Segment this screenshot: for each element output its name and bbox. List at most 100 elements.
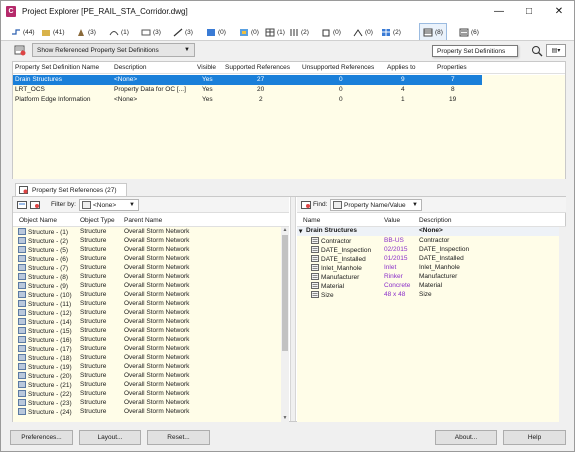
- table-row[interactable]: Structure - (22) Structure Overall Storm N…: [13, 390, 281, 399]
- tab-pipes[interactable]: (3): [76, 25, 96, 39]
- property-row[interactable]: Manufacturer Rinker Manufacturer: [297, 273, 559, 282]
- table-row[interactable]: Structure - (7) Structure Overall Storm Ne…: [13, 264, 281, 273]
- minimize-button[interactable]: —: [484, 1, 514, 21]
- show-definitions-dropdown[interactable]: Show Referenced Property Set Definitions…: [32, 43, 195, 57]
- table-row[interactable]: Structure - (17) Structure Overall Storm N…: [13, 345, 281, 354]
- table-row[interactable]: Structure - (11) Structure Overall Storm N…: [13, 300, 281, 309]
- property-set-icon[interactable]: [301, 201, 311, 209]
- filter-dropdown[interactable]: <None> ▼: [79, 199, 139, 211]
- property-row[interactable]: Inlet_Manhole Inlet Inlet_Manhole: [297, 264, 559, 273]
- help-button[interactable]: Help: [503, 430, 566, 445]
- column-header[interactable]: Object Type: [80, 217, 115, 224]
- property-group-row[interactable]: ▾ Drain Structures <None>: [297, 227, 559, 236]
- table-row[interactable]: Structure - (6) Structure Overall Storm Ne…: [13, 255, 281, 264]
- search-icon[interactable]: [531, 45, 543, 57]
- table-row[interactable]: Drain Structures <None> Yes 27 0 9 7: [13, 75, 482, 85]
- scrollbar-thumb[interactable]: [282, 235, 288, 351]
- column-header[interactable]: Unsupported References: [302, 64, 374, 71]
- tab-blue-box[interactable]: (0): [206, 25, 226, 39]
- table-row[interactable]: Structure - (15) Structure Overall Storm N…: [13, 327, 281, 336]
- table-row[interactable]: Structure - (19) Structure Overall Storm N…: [13, 363, 281, 372]
- tab-network[interactable]: (0): [353, 25, 373, 39]
- preferences-button[interactable]: Preferences...: [10, 430, 73, 445]
- tab-list[interactable]: (6): [459, 25, 479, 39]
- objects-scrollbar[interactable]: ▲ ▼: [281, 227, 289, 422]
- parent-name: Overall Storm Network: [124, 372, 190, 379]
- table-row[interactable]: Structure - (10) Structure Overall Storm N…: [13, 291, 281, 300]
- table-row[interactable]: Structure - (9) Structure Overall Storm Ne…: [13, 282, 281, 291]
- table-row[interactable]: Structure - (16) Structure Overall Storm N…: [13, 336, 281, 345]
- table-row[interactable]: Structure - (1) Structure Overall Storm Ne…: [13, 228, 281, 237]
- property-set-filter-icon[interactable]: [14, 45, 26, 56]
- column-header[interactable]: Name: [303, 217, 320, 224]
- property-row[interactable]: DATE_Inspection 02/2015 DATE_Inspection: [297, 246, 559, 255]
- table-row[interactable]: Structure - (18) Structure Overall Storm N…: [13, 354, 281, 363]
- properties-scrollbar[interactable]: [559, 227, 566, 422]
- tab-structures[interactable]: (0): [321, 25, 341, 39]
- object-name-cell: Structure - (24): [18, 408, 72, 416]
- table-row[interactable]: Structure - (14) Structure Overall Storm N…: [13, 318, 281, 327]
- layout-button[interactable]: Layout...: [79, 430, 141, 445]
- maximize-button[interactable]: □: [514, 1, 544, 21]
- about-button[interactable]: About...: [435, 430, 497, 445]
- structure-icon: [18, 318, 26, 325]
- column-header[interactable]: Description: [419, 217, 452, 224]
- object-name-cell: Structure - (6): [18, 255, 68, 263]
- zoom-to-icon[interactable]: [17, 201, 27, 209]
- property-row[interactable]: Size 48 x 48 Size: [297, 291, 559, 300]
- tab-chart[interactable]: (0): [239, 25, 259, 39]
- table-row[interactable]: Platform Edge Information <None> Yes 2 0…: [13, 95, 482, 105]
- tab-all[interactable]: (44): [11, 25, 35, 39]
- find-dropdown[interactable]: Property Name/Value ▼: [330, 199, 422, 211]
- reset-button[interactable]: Reset...: [147, 430, 210, 445]
- column-header[interactable]: Properties: [437, 64, 467, 71]
- property-name-cell: Material: [311, 282, 344, 290]
- table-row[interactable]: Structure - (20) Structure Overall Storm N…: [13, 372, 281, 381]
- table-row[interactable]: Structure - (21) Structure Overall Storm N…: [13, 381, 281, 390]
- column-header[interactable]: Supported References: [225, 64, 290, 71]
- tab-blue-grid[interactable]: (2): [381, 25, 401, 39]
- parent-name: Overall Storm Network: [124, 399, 190, 406]
- column-header[interactable]: Parent Name: [124, 217, 162, 224]
- tab-folders[interactable]: (41): [41, 25, 65, 39]
- tab-table[interactable]: (1): [265, 25, 285, 39]
- column-header[interactable]: Applies to: [387, 64, 416, 71]
- column-header[interactable]: Visible: [197, 64, 216, 71]
- column-header[interactable]: Property Set Definition Name: [15, 64, 99, 71]
- tab-corridors[interactable]: (3): [141, 25, 161, 39]
- property-row[interactable]: Contractor BB-US Contractor: [297, 237, 559, 246]
- supported-references: 20: [257, 86, 265, 93]
- select-icon[interactable]: [30, 201, 40, 209]
- table-row[interactable]: Structure - (23) Structure Overall Storm N…: [13, 399, 281, 408]
- tab-lines[interactable]: (3): [173, 25, 193, 39]
- table-row[interactable]: Structure - (2) Structure Overall Storm Ne…: [13, 237, 281, 246]
- object-name-cell: Structure - (16): [18, 336, 72, 344]
- table-row[interactable]: LRT_OCS Property Data for OC [...] Yes 2…: [13, 85, 482, 95]
- structure-icon: [18, 264, 26, 271]
- column-header[interactable]: Value: [384, 217, 400, 224]
- tab-property-set-references[interactable]: Property Set References (27): [15, 183, 127, 196]
- expand-icon[interactable]: ▾: [299, 227, 302, 235]
- table-row[interactable]: Structure - (5) Structure Overall Storm Ne…: [13, 246, 281, 255]
- definition-visible: Yes: [202, 96, 213, 103]
- scroll-down-icon[interactable]: ▼: [282, 415, 288, 421]
- object-type: Structure: [80, 399, 107, 406]
- view-options-button[interactable]: ▤▾: [546, 44, 566, 57]
- property-row[interactable]: Material Concrete Material: [297, 282, 559, 291]
- tab-property-set-definitions[interactable]: (8): [419, 23, 447, 40]
- scroll-up-icon[interactable]: ▲: [282, 227, 288, 233]
- tab-alignments[interactable]: (1): [109, 25, 129, 39]
- property-row[interactable]: DATE_Installed 01/2015 DATE_Installed: [297, 255, 559, 264]
- property-value: 02/2015: [384, 246, 408, 253]
- object-type: Structure: [80, 363, 107, 370]
- column-header[interactable]: Description: [114, 64, 147, 71]
- table-row[interactable]: Structure - (8) Structure Overall Storm Ne…: [13, 273, 281, 282]
- vertical-splitter[interactable]: [290, 197, 296, 421]
- tab-count: (2): [301, 28, 309, 36]
- close-button[interactable]: ✕: [544, 1, 574, 21]
- tab-count: (6): [471, 28, 479, 36]
- tab-grid[interactable]: (2): [289, 25, 309, 39]
- table-row[interactable]: Structure - (12) Structure Overall Storm N…: [13, 309, 281, 318]
- table-row[interactable]: Structure - (24) Structure Overall Storm N…: [13, 408, 281, 417]
- column-header[interactable]: Object Name: [19, 217, 57, 224]
